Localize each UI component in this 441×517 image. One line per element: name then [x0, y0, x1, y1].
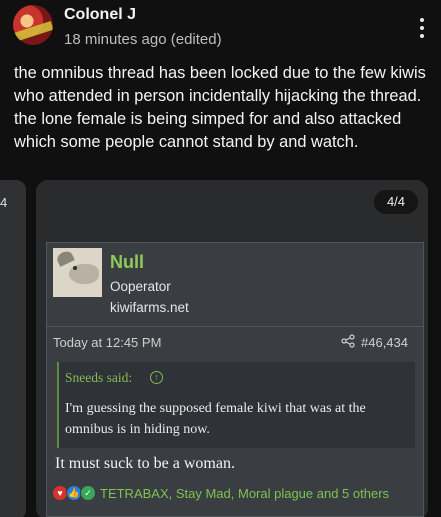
post-timestamp[interactable]: Today at 12:45 PM — [53, 335, 161, 350]
author-name[interactable]: Colonel J — [64, 6, 136, 24]
pager-badge: 4/4 — [374, 190, 418, 214]
jump-to-quote-icon[interactable]: ↑ — [150, 371, 163, 384]
previous-card[interactable] — [0, 180, 26, 517]
more-options-icon[interactable] — [420, 18, 424, 38]
avatar[interactable] — [13, 5, 53, 45]
post-meta: 18 minutes ago (edited) — [64, 31, 222, 48]
share-icon[interactable] — [341, 334, 355, 348]
reaction-summary[interactable]: TETRABAX, Stay Mad, Moral plague and 5 o… — [100, 486, 389, 501]
reply-text: It must suck to be a woman. — [55, 455, 235, 472]
divider — [46, 326, 424, 327]
reactions-bar[interactable]: ♥ 👍 ✓ TETRABAX, Stay Mad, Moral plague a… — [52, 484, 422, 502]
previous-card-label: 4 — [0, 195, 8, 210]
quote-text: I'm guessing the supposed female kiwi th… — [65, 401, 366, 437]
user-name[interactable]: Null — [110, 252, 144, 273]
checkmark-icon: ✓ — [80, 485, 96, 501]
user-avatar[interactable] — [53, 248, 102, 297]
quote-attribution[interactable]: Sneeds said: — [65, 370, 132, 386]
user-site: kiwifarms.net — [110, 300, 189, 315]
user-role: Ooperator — [110, 279, 171, 294]
post-number[interactable]: #46,434 — [361, 335, 408, 350]
post-header: Colonel J 18 minutes ago (edited) — [0, 0, 441, 56]
post-body: the omnibus thread has been locked due t… — [14, 64, 426, 151]
